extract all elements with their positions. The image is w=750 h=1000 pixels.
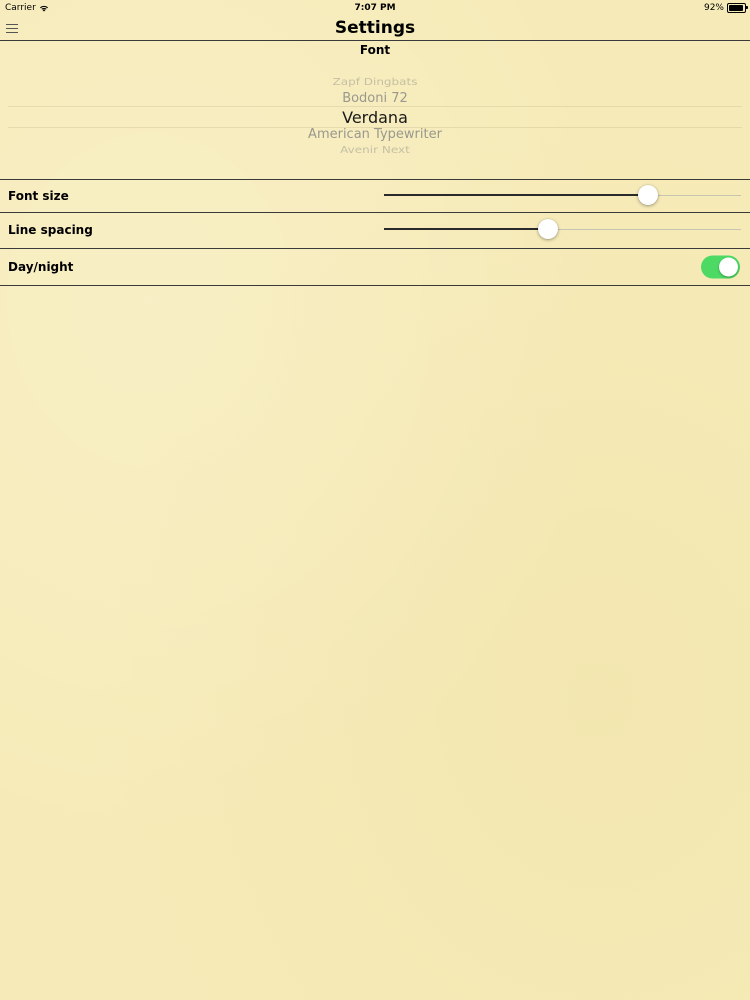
slider-thumb[interactable] [538, 219, 559, 239]
battery-icon [727, 3, 748, 13]
day-night-label: Day/night [8, 259, 74, 274]
day-night-row: Day/night [0, 248, 750, 286]
font-size-row: Font size [0, 179, 750, 213]
status-bar: Carrier 7:07 PM 92% [0, 0, 750, 16]
status-time: 7:07 PM [354, 3, 396, 13]
toggle-knob [719, 257, 738, 276]
font-size-label: Font size [8, 188, 69, 203]
page-title: Settings [334, 18, 416, 38]
line-spacing-slider[interactable] [384, 218, 741, 242]
line-spacing-row: Line spacing [0, 212, 750, 249]
font-size-slider[interactable] [384, 184, 741, 208]
slider-thumb[interactable] [638, 184, 659, 205]
font-option[interactable]: Bodoni 72 [0, 91, 750, 106]
picker-selection-line-top [8, 106, 742, 107]
hamburger-menu-icon[interactable] [6, 20, 22, 36]
font-option-selected[interactable]: Verdana [0, 108, 750, 127]
navigation-bar: Settings [0, 16, 750, 41]
slider-fill [384, 228, 549, 230]
font-section-title: Font [359, 43, 391, 57]
font-section: Font Zapf Dingbats Bodoni 72 Verdana Ame… [0, 41, 750, 180]
battery-percent: 92% [703, 3, 724, 13]
font-option[interactable]: American Typewriter [0, 127, 750, 142]
battery-fill [729, 5, 743, 11]
font-option[interactable]: Zapf Dingbats [0, 76, 750, 87]
font-picker[interactable]: Zapf Dingbats Bodoni 72 Verdana American… [0, 69, 750, 161]
day-night-toggle[interactable] [701, 255, 740, 278]
line-spacing-label: Line spacing [8, 223, 93, 237]
slider-fill [384, 193, 649, 196]
font-option[interactable]: Avenir Next [0, 144, 750, 155]
status-right: 92% [703, 0, 748, 16]
